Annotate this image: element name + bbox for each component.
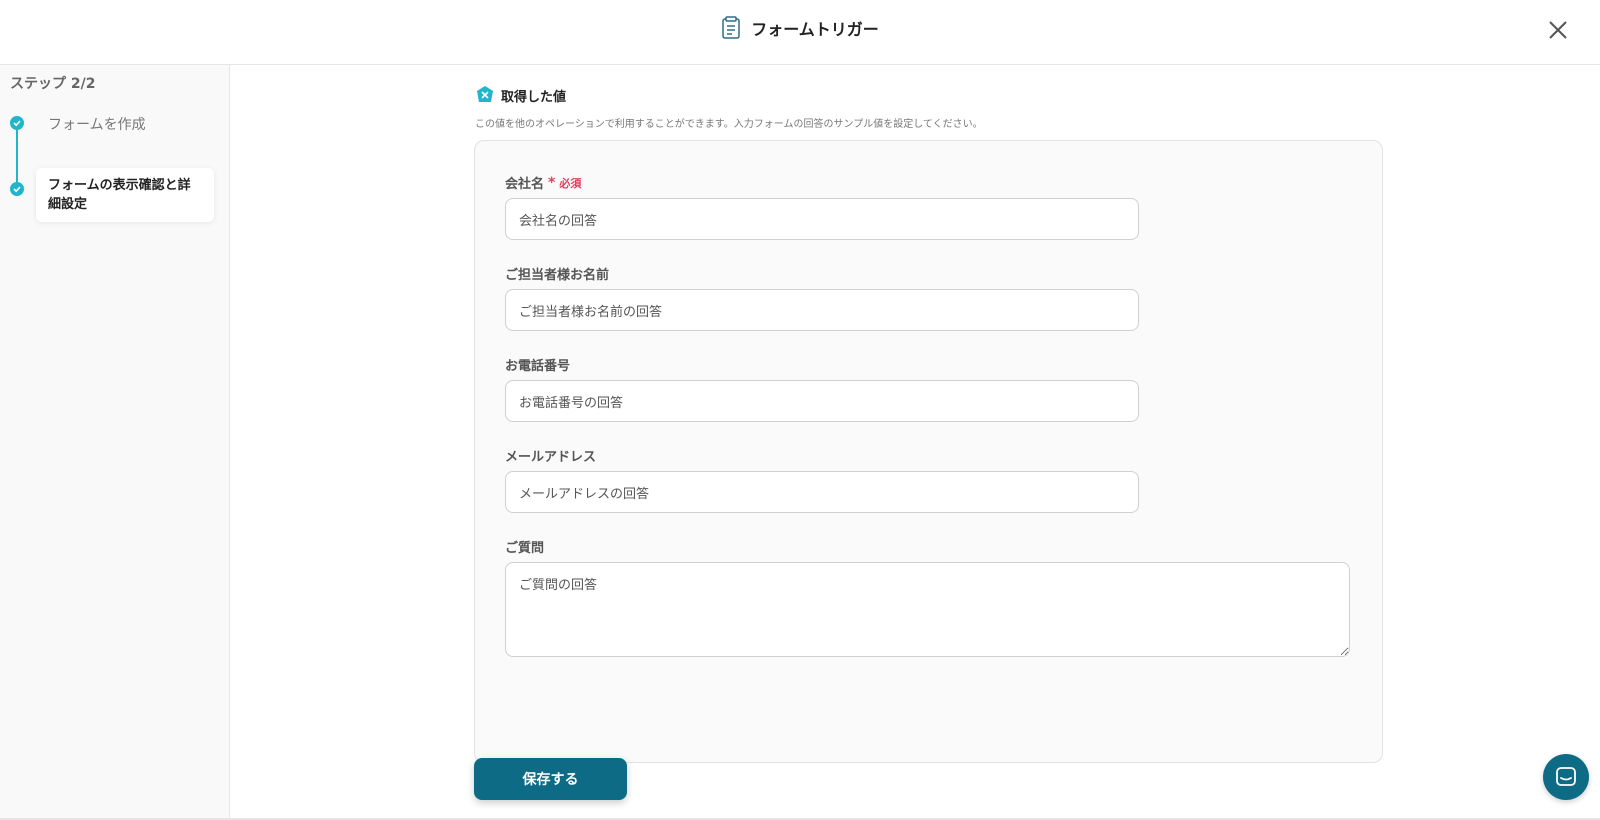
field-label-question: ご質問	[505, 537, 544, 556]
sidebar-step-create-form[interactable]: フォームを作成	[48, 114, 146, 134]
field-label-email: メールアドレス	[505, 446, 596, 465]
step-connector	[16, 125, 18, 187]
field-label-phone: お電話番号	[505, 355, 570, 374]
chat-launcher-button[interactable]	[1543, 754, 1589, 800]
header: フォームトリガー	[0, 0, 1600, 65]
phone-input[interactable]	[505, 380, 1139, 422]
field-label-contact-name-text: ご担当者様お名前	[505, 268, 610, 283]
section-header: 取得した値	[475, 85, 566, 105]
company-input[interactable]	[505, 198, 1139, 240]
yoom-badge-icon	[477, 86, 493, 102]
sample-values-panel: 会社名 * 必須 ご担当者様お名前 お電話番号 メールアドレス ご質問 ご質問の…	[474, 140, 1383, 763]
sidebar: ステップ 2/2 フォームを作成 フォームの表示確認と詳細設定	[0, 65, 230, 820]
step-2-check-icon	[10, 182, 24, 196]
contact-name-input[interactable]	[505, 289, 1139, 331]
step-counter: ステップ 2/2	[10, 76, 96, 92]
field-label-company-text: 会社名	[505, 177, 545, 192]
save-button[interactable]: 保存する	[474, 758, 627, 800]
close-button[interactable]	[1546, 18, 1570, 42]
header-title: フォームトリガー	[0, 16, 1600, 40]
close-icon	[1549, 21, 1567, 39]
field-label-company: 会社名 * 必須	[505, 173, 582, 193]
field-label-question-text: ご質問	[505, 541, 545, 556]
section-title: 取得した値	[501, 89, 567, 105]
section-description: この値を他のオペレーションで利用することができます。入力フォームの回答のサンプル…	[475, 119, 983, 130]
form-trigger-icon	[721, 16, 743, 40]
chat-icon	[1556, 767, 1576, 786]
required-star: *	[548, 174, 556, 191]
main-content: 取得した値 この値を他のオペレーションで利用することができます。入力フォームの回…	[231, 65, 1600, 820]
field-label-contact-name: ご担当者様お名前	[505, 264, 609, 283]
step-1-check-icon	[10, 116, 24, 130]
sidebar-step-confirm-settings[interactable]: フォームの表示確認と詳細設定	[36, 168, 214, 222]
field-label-email-text: メールアドレス	[505, 450, 597, 465]
email-input[interactable]	[505, 471, 1139, 513]
header-title-text: フォームトリガー	[751, 20, 879, 39]
question-textarea[interactable]: ご質問の回答	[505, 562, 1350, 657]
required-badge: 必須	[559, 176, 582, 190]
field-label-phone-text: お電話番号	[505, 359, 571, 374]
